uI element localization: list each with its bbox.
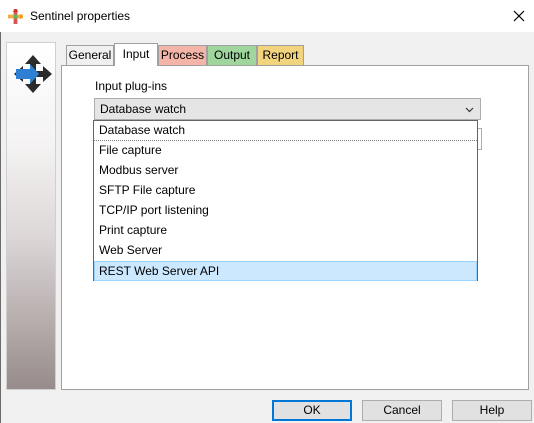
close-button[interactable] [504,0,534,32]
dropdown-option-database-watch[interactable]: Database watch [94,121,477,141]
tab-output[interactable]: Output [207,45,257,65]
side-banner [6,42,56,390]
dropdown-option-modbus-server[interactable]: Modbus server [94,161,477,181]
plugins-dropdown-list[interactable]: Database watch File capture Modbus serve… [93,120,478,281]
help-button[interactable]: Help [452,400,532,421]
tab-process[interactable]: Process [158,45,207,65]
tab-report[interactable]: Report [257,45,304,65]
dropdown-option-rest-web-server-api[interactable]: REST Web Server API [94,261,477,281]
ok-button[interactable]: OK [272,400,352,421]
dropdown-option-tcpip-port-listening[interactable]: TCP/IP port listening [94,201,477,221]
sentinel-app-icon [8,9,23,24]
chevron-down-icon [465,107,474,113]
title-bar[interactable]: Sentinel properties [0,0,534,32]
tab-general[interactable]: General [66,45,114,65]
combobox-value: Database watch [100,102,187,116]
dropdown-option-print-capture[interactable]: Print capture [94,221,477,241]
move-arrows-icon [14,55,52,93]
dropdown-option-file-capture[interactable]: File capture [94,141,477,161]
window-title: Sentinel properties [30,9,131,23]
input-plugins-label: Input plug-ins [95,79,168,93]
dropdown-option-sftp-file-capture[interactable]: SFTP File capture [94,181,477,201]
dropdown-option-web-server[interactable]: Web Server [94,241,477,261]
window-border-left [0,32,1,423]
input-plugins-combobox[interactable]: Database watch [94,98,481,120]
tab-input[interactable]: Input [114,43,158,66]
cancel-button[interactable]: Cancel [362,400,442,421]
close-icon [513,10,525,22]
